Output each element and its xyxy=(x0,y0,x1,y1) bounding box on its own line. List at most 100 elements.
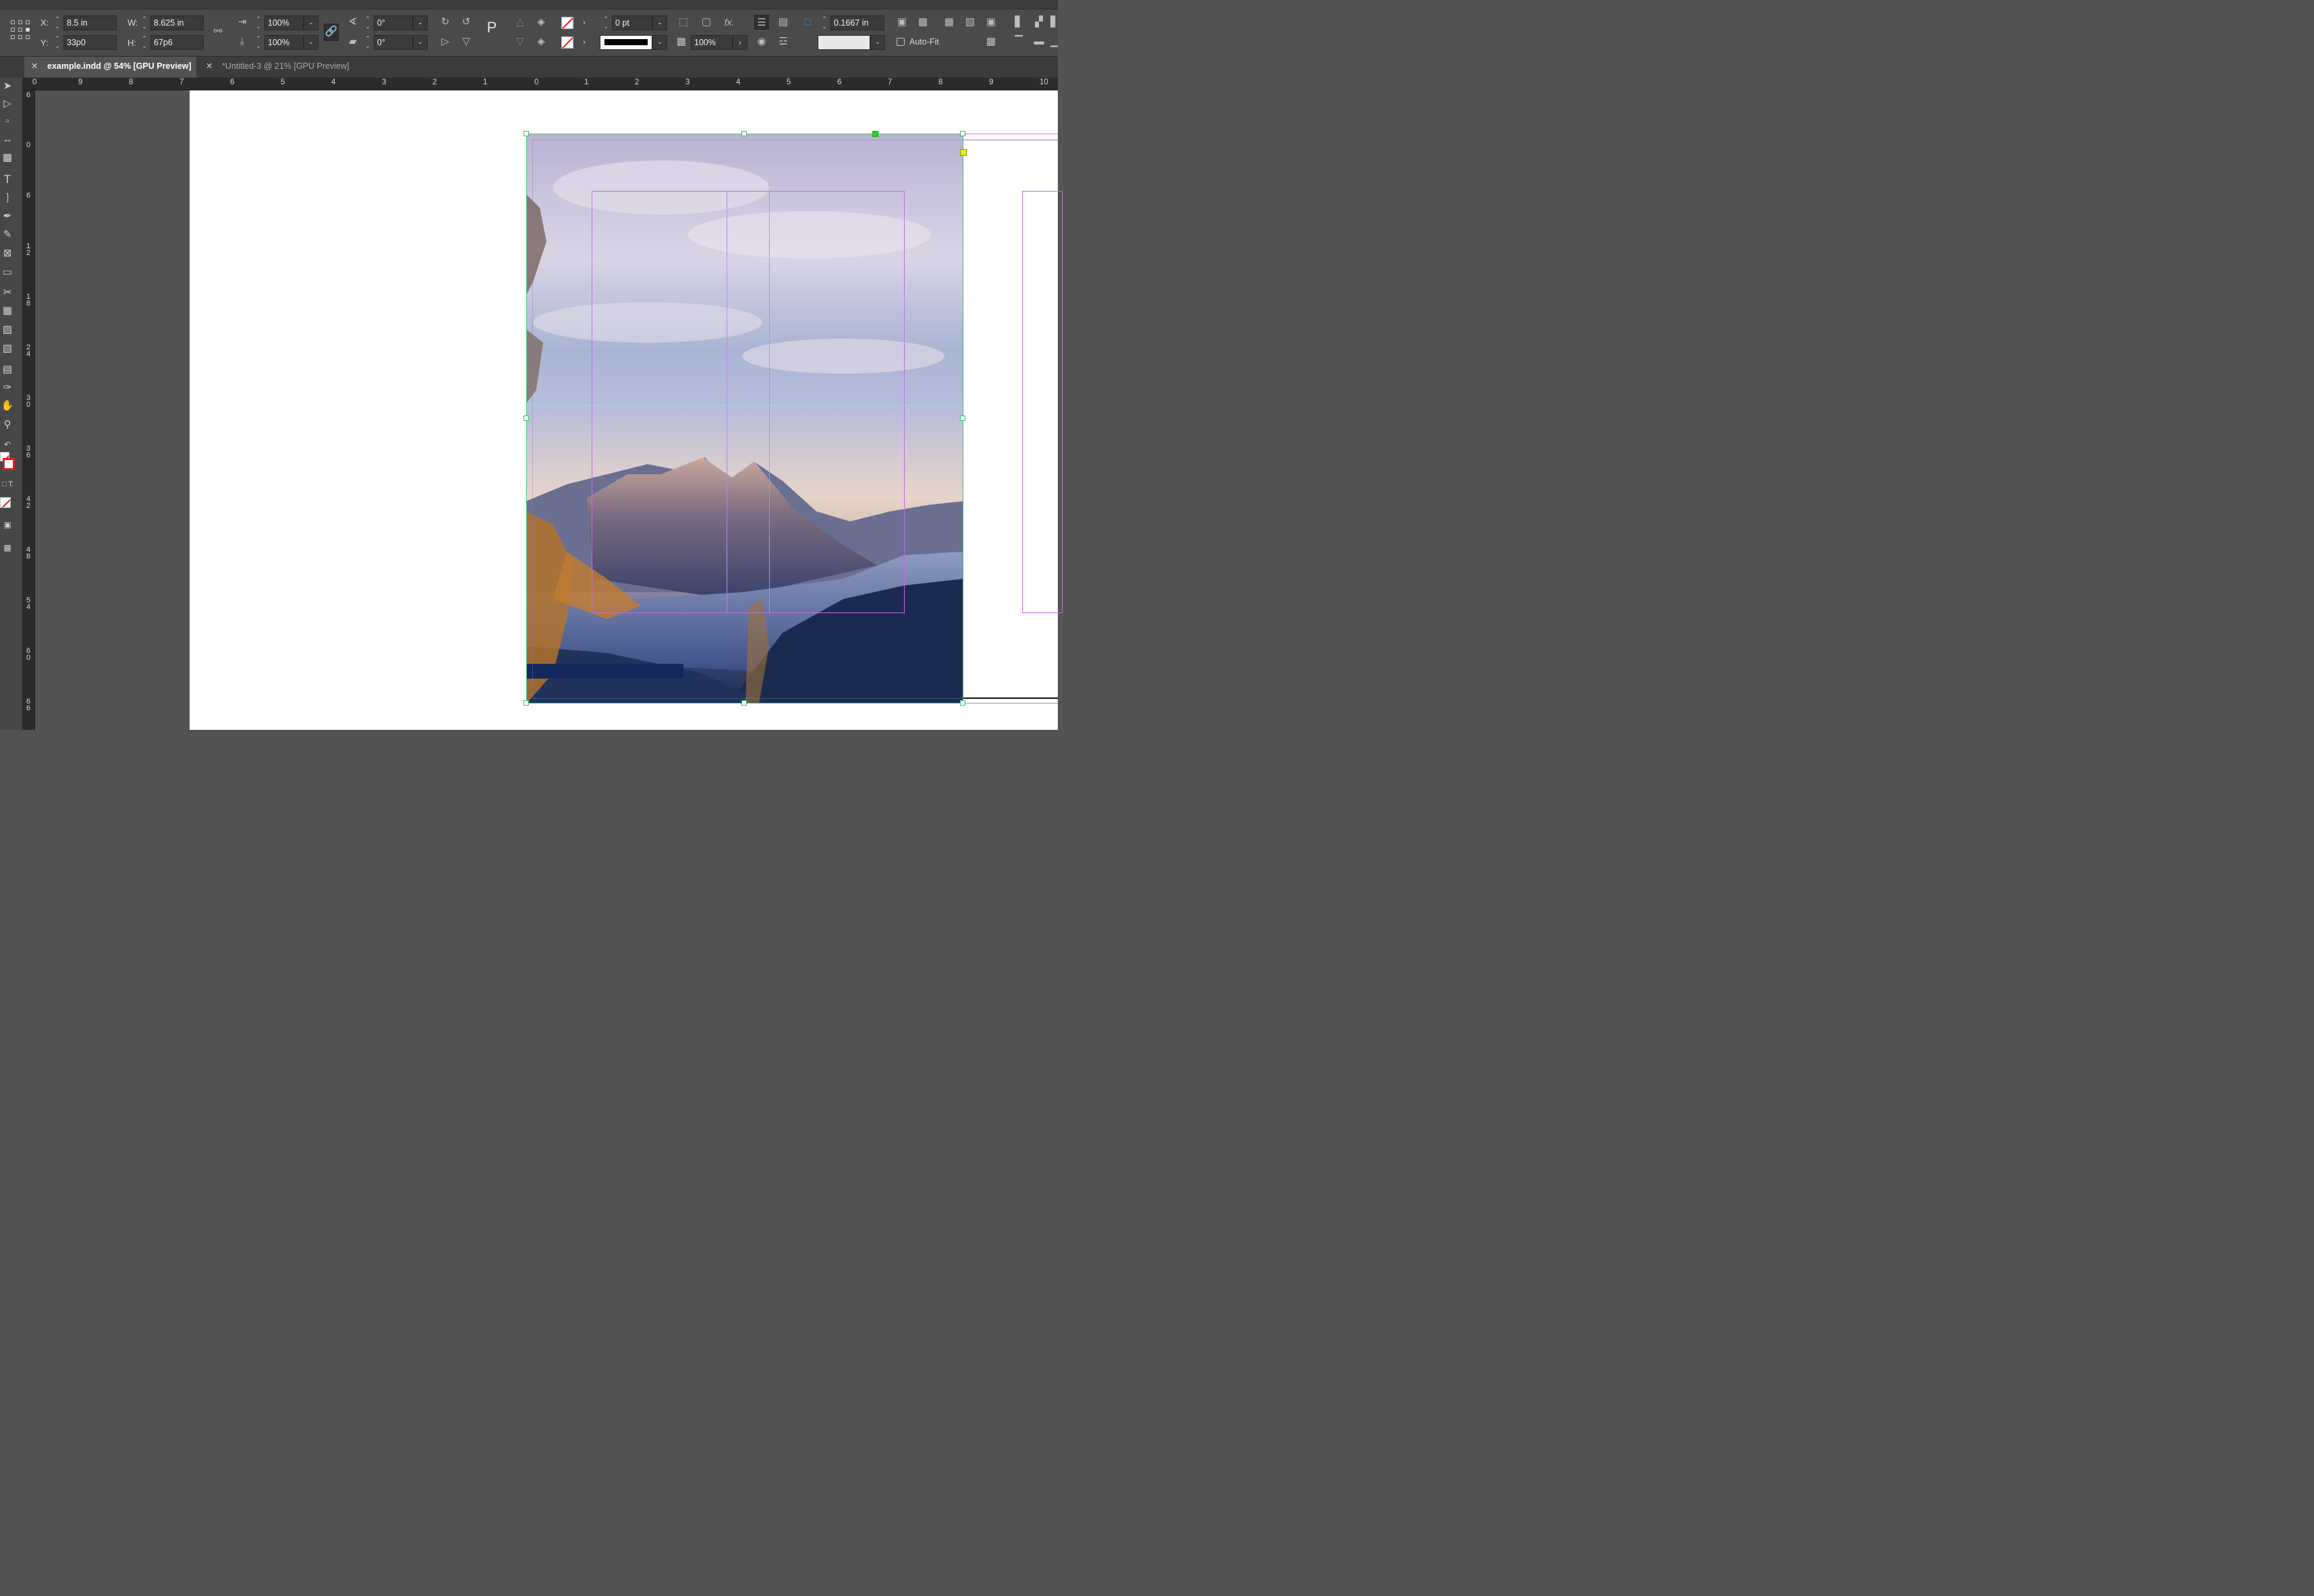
scale-y-field[interactable]: 100% xyxy=(264,35,304,50)
width-field[interactable]: 8.625 in xyxy=(150,16,204,30)
rotation-dropdown[interactable]: ⌄ xyxy=(413,16,428,30)
fit-content-to-frame-icon[interactable]: ▧ xyxy=(963,15,978,30)
gradient-swatch-tool-icon[interactable]: ▨ xyxy=(0,322,15,337)
fit-content-proportionally-icon[interactable]: ▩ xyxy=(915,15,930,30)
text-wrap-jump-icon[interactable]: ☲ xyxy=(776,34,791,49)
drop-shadow-icon[interactable]: ⬚ xyxy=(676,15,691,30)
x-position-field[interactable]: 8.5 in xyxy=(63,16,117,30)
corner-size-field[interactable]: 0.1667 in xyxy=(830,16,884,30)
align-right-edges-icon[interactable]: ▋ xyxy=(1050,15,1058,30)
selection-tool-icon[interactable]: ➤ xyxy=(0,79,15,94)
scale-y-stepper[interactable]: ⌃ ⌄ xyxy=(254,35,263,50)
stroke-type-dropdown[interactable]: ⌄ xyxy=(652,35,667,50)
corner-shape-dropdown[interactable]: ⌄ xyxy=(870,35,885,50)
scale-x-stepper[interactable]: ⌃ ⌄ xyxy=(254,16,263,30)
view-mode-icon[interactable]: ▣ xyxy=(0,517,15,532)
paragraph-direction-icon[interactable]: P xyxy=(482,20,502,43)
flip-vertical-icon[interactable]: ▽ xyxy=(459,34,474,49)
x-stepper[interactable]: ⌃ ⌄ xyxy=(53,16,62,30)
gap-tool-icon[interactable]: ↔ xyxy=(0,132,15,147)
align-bottom-edges-icon[interactable]: ▁ xyxy=(1050,34,1058,49)
rotate-counterclockwise-icon[interactable]: ↺ xyxy=(459,15,474,30)
vertical-ruler[interactable]: 6 0 6 1 2 1 8 2 4 3 0 3 6 4 2 4 8 5 4 6 … xyxy=(23,90,35,730)
corner-shape-swatch[interactable] xyxy=(818,35,870,50)
rectangle-frame-tool-icon[interactable]: ⊠ xyxy=(0,246,15,261)
text-wrap-bounding-icon[interactable]: ▤ xyxy=(776,15,791,30)
reference-point-icon[interactable] xyxy=(11,20,31,40)
resize-handle-middle-left[interactable] xyxy=(524,416,529,421)
corner-options-icon[interactable]: ▢ xyxy=(699,15,714,30)
resize-handle-top-center[interactable] xyxy=(741,131,747,136)
gradient-feather-tool-icon[interactable]: ▧ xyxy=(0,341,15,356)
stroke-swatch-menu[interactable]: › xyxy=(577,35,592,50)
center-content-icon[interactable]: ▣ xyxy=(984,15,998,30)
corner-size-stepper[interactable]: ⌃ ⌄ xyxy=(820,16,829,30)
line-tool-icon[interactable]: ❳ xyxy=(0,190,15,205)
y-position-field[interactable]: 33p0 xyxy=(63,35,117,50)
fill-frame-proportionally-icon[interactable]: ▣ xyxy=(895,15,909,30)
resize-handle-middle-right[interactable] xyxy=(960,416,965,421)
rotate-clockwise-icon[interactable]: ↻ xyxy=(438,15,453,30)
shear-dropdown[interactable]: ⌄ xyxy=(413,35,428,50)
resize-handle-bottom-center[interactable] xyxy=(741,700,747,706)
page-tool-icon[interactable]: ▫ xyxy=(0,114,15,129)
opacity-field[interactable]: 100% xyxy=(691,35,733,50)
close-tab-icon[interactable]: ✕ xyxy=(31,57,40,76)
height-field[interactable]: 67p6 xyxy=(150,35,204,50)
scale-x-field[interactable]: 100% xyxy=(264,16,304,30)
align-vertical-centers-icon[interactable]: ▬ xyxy=(1032,34,1046,49)
scale-y-dropdown[interactable]: ⌄ xyxy=(304,35,318,50)
note-tool-icon[interactable]: ▤ xyxy=(0,362,15,377)
scissors-tool-icon[interactable]: ✂ xyxy=(0,285,15,300)
live-corner-handle[interactable] xyxy=(960,149,967,156)
corner-radius-icon[interactable]: □ xyxy=(800,15,815,30)
opacity-menu[interactable]: › xyxy=(733,35,747,50)
stroke-weight-field[interactable]: 0 pt xyxy=(612,16,652,30)
text-wrap-none-icon[interactable]: ☰ xyxy=(754,15,769,30)
text-wrap-shape-icon[interactable]: ◉ xyxy=(754,34,769,49)
type-tool-icon[interactable]: T xyxy=(0,172,15,187)
resize-handle-top-left[interactable] xyxy=(524,131,529,136)
resize-handle-top-right[interactable] xyxy=(960,131,965,136)
screen-mode-icon[interactable]: ▩ xyxy=(0,540,15,555)
fill-swatch-menu[interactable]: › xyxy=(577,16,592,30)
select-container-icon[interactable]: △ xyxy=(513,15,528,30)
link-scale-icon[interactable]: 🔗 xyxy=(324,24,339,41)
fit-frame-to-content-icon[interactable]: ▦ xyxy=(942,15,957,30)
pencil-tool-icon[interactable]: ✎ xyxy=(0,227,15,242)
scale-x-dropdown[interactable]: ⌄ xyxy=(304,16,318,30)
align-left-edges-icon[interactable]: ▋ xyxy=(1011,15,1026,30)
stroke-color-icon[interactable] xyxy=(3,458,15,470)
tab-example-indd[interactable]: ✕ example.indd @ 54% [GPU Preview] xyxy=(24,57,196,78)
stroke-type-swatch[interactable] xyxy=(600,35,652,50)
resize-handle-bottom-right[interactable] xyxy=(960,700,965,706)
auto-fit-checkbox[interactable] xyxy=(897,38,905,46)
rotation-stepper[interactable]: ⌃ ⌄ xyxy=(363,16,372,30)
content-collector-tool-icon[interactable]: ▩ xyxy=(0,150,15,165)
rotation-field[interactable]: 0° xyxy=(374,16,413,30)
h-stepper[interactable]: ⌃ ⌄ xyxy=(140,35,149,50)
stroke-none-swatch[interactable] xyxy=(561,36,573,49)
content-aware-fit-icon[interactable]: ▩ xyxy=(984,34,998,49)
select-next-object-icon[interactable]: ◈ xyxy=(534,34,548,49)
eyedropper-tool-icon[interactable]: ✑ xyxy=(0,380,15,395)
effects-fx-icon[interactable]: fx. xyxy=(722,15,737,30)
close-tab-icon[interactable]: ✕ xyxy=(206,57,215,76)
fill-none-swatch[interactable] xyxy=(561,17,573,29)
direct-selection-tool-icon[interactable]: ▷ xyxy=(0,96,15,111)
w-stepper[interactable]: ⌃ ⌄ xyxy=(140,16,149,30)
swap-fill-stroke-icon[interactable]: ↶ xyxy=(0,437,15,452)
select-content-icon[interactable]: ▽ xyxy=(513,34,528,49)
align-horizontal-centers-icon[interactable]: ▞ xyxy=(1032,15,1046,30)
shear-stepper[interactable]: ⌃ ⌄ xyxy=(363,35,372,50)
select-previous-object-icon[interactable]: ◈ xyxy=(534,15,548,30)
shear-field[interactable]: 0° xyxy=(374,35,413,50)
horizontal-ruler[interactable]: 0 9 8 7 6 5 4 3 2 1 0 1 2 3 4 5 6 7 8 9 … xyxy=(23,78,1058,90)
constrain-proportions-icon[interactable]: ⚯ xyxy=(210,24,225,39)
stroke-weight-dropdown[interactable]: ⌄ xyxy=(652,16,667,30)
hand-tool-icon[interactable]: ✋ xyxy=(0,399,15,414)
rectangle-tool-icon[interactable]: ▭ xyxy=(0,265,15,280)
pen-tool-icon[interactable]: ✒ xyxy=(0,209,15,224)
align-top-edges-icon[interactable]: ▔ xyxy=(1011,34,1026,49)
flip-horizontal-icon[interactable]: ▷ xyxy=(438,34,453,49)
